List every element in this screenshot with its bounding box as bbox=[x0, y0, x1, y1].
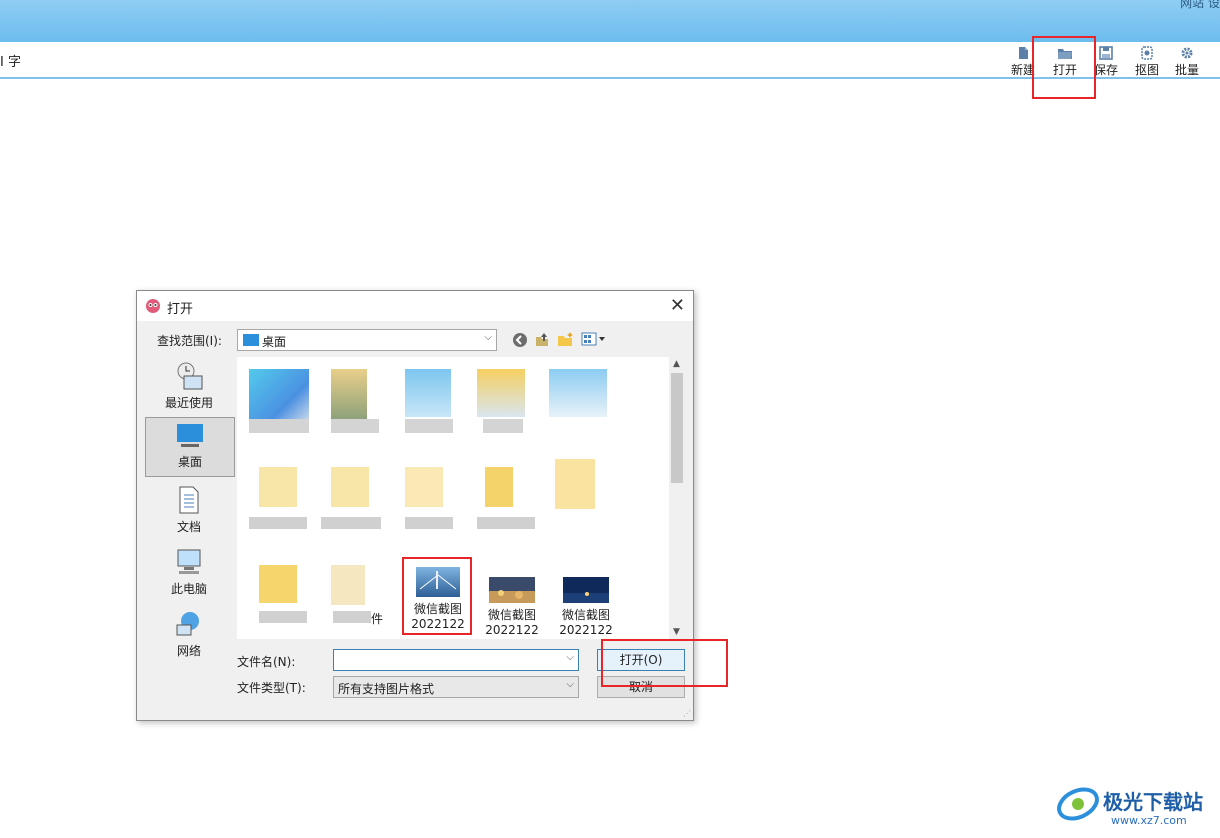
image-thumbnail-icon bbox=[563, 577, 609, 603]
blurred-file-name bbox=[321, 517, 381, 529]
blurred-file-name bbox=[331, 419, 379, 433]
blurred-folder-thumbnail[interactable] bbox=[331, 467, 369, 507]
computer-icon bbox=[177, 549, 201, 574]
dialog-title: 打开 bbox=[167, 302, 194, 317]
aurora-logo-icon bbox=[1057, 787, 1099, 821]
file-list-scrollbar[interactable]: ▲ ▼ bbox=[669, 357, 685, 639]
blurred-folder-thumbnail[interactable] bbox=[405, 467, 443, 507]
place-recent-label: 最近使用 bbox=[164, 396, 213, 410]
watermark: 极光下载站 www.xz7.com bbox=[1055, 780, 1215, 832]
place-documents-label: 文档 bbox=[176, 520, 201, 534]
highlight-open-toolbar bbox=[1032, 36, 1096, 99]
chevron-down-icon: ⌵ bbox=[566, 679, 574, 690]
blurred-file-name bbox=[333, 611, 371, 623]
filetype-value: 所有支持图片格式 bbox=[338, 682, 435, 696]
cutout-button[interactable]: 抠图 bbox=[1132, 46, 1162, 78]
file-name-suffix: 2022122 bbox=[559, 623, 613, 637]
blurred-file-name bbox=[483, 419, 523, 433]
place-desktop[interactable]: 桌面 bbox=[145, 417, 235, 477]
places-bar: 最近使用 桌面 文档 此电脑 网络 bbox=[145, 357, 235, 705]
desktop-icon bbox=[177, 424, 203, 447]
blurred-file-name bbox=[477, 517, 535, 529]
toolbar-left-label: I 字 bbox=[0, 55, 21, 70]
blurred-file-thumbnail[interactable] bbox=[331, 369, 367, 421]
blurred-file-thumbnail[interactable] bbox=[405, 369, 451, 417]
blurred-folder-thumbnail[interactable] bbox=[555, 459, 595, 509]
blurred-folder-thumbnail[interactable] bbox=[331, 565, 365, 605]
back-icon[interactable] bbox=[512, 332, 528, 348]
dialog-titlebar: 打开 ✕ bbox=[137, 291, 693, 321]
recent-icon bbox=[177, 362, 203, 390]
file-name: 微信截图 bbox=[561, 608, 610, 622]
scroll-down-icon[interactable]: ▼ bbox=[673, 627, 680, 637]
file-name-suffix: 2022122 bbox=[485, 623, 539, 637]
filename-input[interactable]: ⌵ bbox=[333, 649, 579, 671]
place-desktop-label: 桌面 bbox=[177, 455, 202, 469]
look-in-select[interactable]: 桌面 ⌵ bbox=[237, 329, 497, 351]
batch-button[interactable]: 批量 bbox=[1172, 46, 1202, 78]
chevron-down-icon[interactable]: ⌵ bbox=[566, 652, 574, 663]
look-in-label: 查找范围(I): bbox=[157, 334, 222, 348]
filetype-select[interactable]: 所有支持图片格式 ⌵ bbox=[333, 676, 579, 698]
titlebar-right-text[interactable]: 网站 设 bbox=[1180, 0, 1220, 11]
place-recent[interactable]: 最近使用 bbox=[145, 361, 233, 410]
save-icon bbox=[1099, 46, 1113, 60]
network-icon bbox=[176, 612, 199, 636]
watermark-url: www.xz7.com bbox=[1111, 814, 1187, 827]
image-thumbnail-icon bbox=[489, 577, 535, 603]
scroll-up-icon[interactable]: ▲ bbox=[673, 359, 680, 369]
blurred-file-name bbox=[405, 517, 453, 529]
documents-icon bbox=[179, 486, 199, 514]
scrollbar-thumb[interactable] bbox=[671, 373, 683, 483]
place-documents[interactable]: 文档 bbox=[145, 485, 233, 534]
batch-button-label: 批量 bbox=[1174, 63, 1199, 77]
blurred-file-thumbnail[interactable] bbox=[549, 369, 607, 417]
filename-label: 文件名(N): bbox=[237, 655, 296, 669]
blurred-file-name bbox=[249, 517, 307, 529]
place-network[interactable]: 网络 bbox=[145, 609, 233, 658]
app-logo-icon bbox=[146, 299, 160, 313]
place-network-label: 网络 bbox=[176, 644, 201, 658]
file-item-screenshot-2[interactable]: 微信截图 2022122 bbox=[475, 577, 549, 637]
blurred-file-name bbox=[249, 419, 309, 433]
filetype-label: 文件类型(T): bbox=[237, 681, 306, 695]
place-computer[interactable]: 此电脑 bbox=[145, 547, 233, 596]
partial-file-label: 件 bbox=[371, 612, 384, 626]
look-in-value: 桌面 bbox=[262, 335, 287, 349]
cutout-icon bbox=[1141, 46, 1153, 60]
chevron-down-icon: ⌵ bbox=[484, 332, 492, 343]
close-icon[interactable]: ✕ bbox=[670, 295, 685, 316]
blurred-file-name bbox=[259, 611, 307, 623]
watermark-text: 极光下载站 bbox=[1103, 790, 1203, 814]
blurred-folder-thumbnail[interactable] bbox=[259, 565, 297, 603]
highlight-open-button bbox=[601, 639, 728, 687]
place-computer-label: 此电脑 bbox=[170, 582, 207, 596]
blurred-file-name bbox=[405, 419, 453, 433]
highlight-selected-file bbox=[402, 557, 472, 635]
up-folder-icon[interactable] bbox=[534, 331, 550, 347]
file-item-screenshot-3[interactable]: 微信截图 2022122 bbox=[549, 577, 623, 637]
blurred-folder-thumbnail[interactable] bbox=[259, 467, 297, 507]
file-name: 微信截图 bbox=[487, 608, 536, 622]
blurred-file-thumbnail[interactable] bbox=[477, 369, 525, 417]
new-file-icon bbox=[1019, 47, 1028, 59]
batch-gear-icon bbox=[1181, 47, 1193, 59]
cutout-button-label: 抠图 bbox=[1134, 63, 1159, 77]
resize-grip-icon[interactable]: ⋰ bbox=[683, 709, 691, 718]
save-button-label: 保存 bbox=[1093, 63, 1118, 77]
new-folder-icon[interactable] bbox=[557, 331, 574, 347]
desktop-small-icon bbox=[243, 334, 259, 346]
blurred-folder-thumbnail[interactable] bbox=[485, 467, 513, 507]
view-menu-icon[interactable] bbox=[581, 332, 607, 346]
